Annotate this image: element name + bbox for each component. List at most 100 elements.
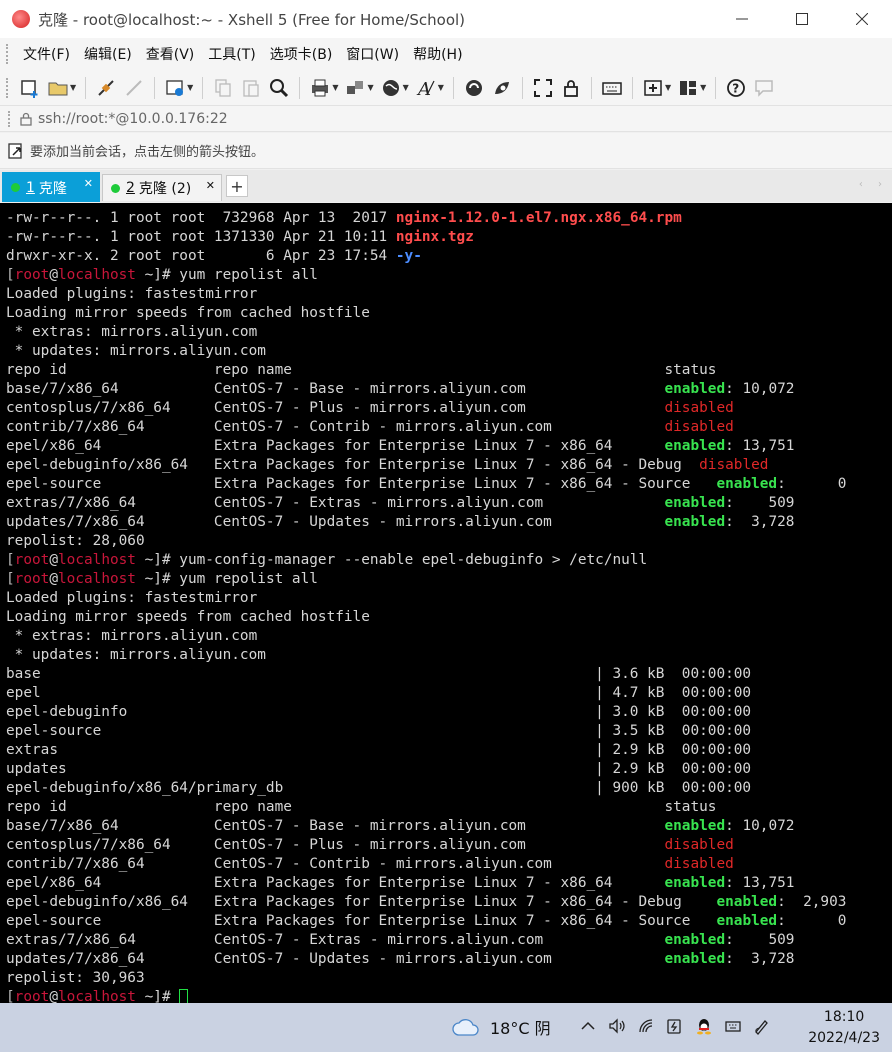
- weather-text: 18°C 阴: [490, 1019, 551, 1038]
- tab-label: 克隆: [38, 180, 67, 197]
- terminal-line: repo id repo name status: [6, 798, 892, 817]
- close-button[interactable]: [832, 0, 892, 38]
- wifi-icon[interactable]: [636, 1016, 656, 1036]
- terminal-line: Loaded plugins: fastestmirror: [6, 285, 892, 304]
- system-tray: [578, 1016, 781, 1036]
- add-tab-button[interactable]: +: [226, 175, 248, 197]
- fullscreen-button[interactable]: [529, 74, 557, 102]
- font-icon: A: [416, 79, 435, 99]
- transfer-button[interactable]: ▼: [341, 74, 376, 102]
- maximize-button[interactable]: [772, 0, 832, 38]
- menu-view[interactable]: 查看(V): [139, 44, 202, 64]
- close-tab-icon[interactable]: ✕: [84, 177, 93, 190]
- disconnect-button[interactable]: [120, 74, 148, 102]
- add-session-arrow-icon[interactable]: [8, 142, 24, 160]
- font-button[interactable]: A ▼: [412, 74, 447, 102]
- properties-icon: [166, 79, 184, 96]
- layout-button[interactable]: ▼: [674, 74, 709, 102]
- terminal-text: : 10,072: [725, 818, 795, 834]
- lock-button[interactable]: [557, 74, 585, 102]
- tab-number: 2: [126, 180, 135, 196]
- xmanager-button[interactable]: [488, 74, 516, 102]
- terminal-text: : 13,751: [725, 875, 795, 891]
- menu-window[interactable]: 窗口(W): [339, 44, 406, 64]
- pen-icon[interactable]: [752, 1016, 772, 1036]
- toolbar-separator: [299, 76, 301, 99]
- terminal-text: root: [14, 989, 50, 1003]
- terminal-line: epel-source Extra Packages for Enterpris…: [6, 475, 892, 494]
- terminal-line: epel-debuginfo/x86_64/primary_db | 900 k…: [6, 779, 892, 798]
- close-tab-icon[interactable]: ✕: [206, 179, 215, 192]
- terminal-text: : 2,903: [777, 894, 847, 910]
- weather-widget[interactable]: 18°C 阴: [452, 1015, 551, 1039]
- system-clock[interactable]: 18:10 2022/4/23: [808, 1007, 880, 1049]
- minimize-button[interactable]: [712, 0, 772, 38]
- session-hint-bar: 要添加当前会话，点击左侧的箭头按钮。: [0, 133, 892, 169]
- terminal-output[interactable]: -rw-r--r--. 1 root root 732968 Apr 13 20…: [0, 203, 892, 1003]
- tab-session-1[interactable]: 1 克隆 ✕: [2, 172, 100, 202]
- input-method-icon[interactable]: [723, 1016, 743, 1036]
- print-button[interactable]: ▼: [306, 74, 341, 102]
- terminal-line: epel/x86_64 Extra Packages for Enterpris…: [6, 437, 892, 456]
- chat-button[interactable]: [750, 74, 778, 102]
- new-session-button[interactable]: [16, 74, 44, 102]
- properties-button[interactable]: ▼: [161, 74, 196, 102]
- find-button[interactable]: [265, 74, 293, 102]
- volume-icon[interactable]: [607, 1016, 627, 1036]
- help-button[interactable]: ?: [722, 74, 750, 102]
- chat-icon: [755, 79, 773, 97]
- terminal-text: updates | 2.9 kB 00:00:00: [6, 761, 752, 777]
- terminal-text: nginx-1.12.0-1.el7.ngx.x86_64.rpm: [395, 210, 682, 226]
- terminal-text: enabled: [716, 913, 778, 929]
- tab-scroll-arrows[interactable]: ‹ ›: [859, 179, 888, 190]
- connected-status-icon: [111, 183, 120, 193]
- menu-edit[interactable]: 编辑(E): [77, 44, 139, 64]
- toolbar-separator: [631, 76, 633, 99]
- menu-tabs[interactable]: 选项卡(B): [263, 44, 340, 64]
- terminal-text: @: [49, 571, 58, 587]
- open-session-button[interactable]: ▼: [44, 74, 79, 102]
- terminal-line: updates/7/x86_64 CentOS-7 - Updates - mi…: [6, 513, 892, 532]
- battery-icon[interactable]: [665, 1016, 685, 1036]
- terminal-text: epel-debuginfo/x86_64/primary_db | 900 k…: [6, 780, 752, 796]
- paste-button[interactable]: [237, 74, 265, 102]
- menu-help[interactable]: 帮助(H): [406, 44, 469, 64]
- terminal-text: : 0: [777, 913, 847, 929]
- terminal-text: ~]#: [135, 989, 180, 1003]
- new-session-icon: [21, 79, 38, 98]
- terminal-text: epel-debuginfo | 3.0 kB 00:00:00: [6, 704, 752, 720]
- web-button[interactable]: ▼: [377, 74, 412, 102]
- menu-tools[interactable]: 工具(T): [201, 44, 262, 64]
- terminal-line: contrib/7/x86_64 CentOS-7 - Contrib - mi…: [6, 855, 892, 874]
- globe-icon: [382, 79, 399, 96]
- terminal-line: centosplus/7/x86_64 CentOS-7 - Plus - mi…: [6, 836, 892, 855]
- keyboard-button[interactable]: [598, 74, 626, 102]
- terminal-text: : 509: [725, 495, 795, 511]
- tab-bar: 1 克隆 ✕ 2 克隆 (2) ✕ + ‹ ›: [0, 170, 892, 202]
- terminal-text: : 509: [725, 932, 795, 948]
- window-controls: [712, 0, 892, 38]
- terminal-line: -rw-r--r--. 1 root root 732968 Apr 13 20…: [6, 209, 892, 228]
- terminal-text: root: [14, 552, 50, 568]
- toolbar-separator: [202, 76, 204, 99]
- terminal-line: -rw-r--r--. 1 root root 1371330 Apr 21 1…: [6, 228, 892, 247]
- terminal-text: @: [49, 989, 58, 1003]
- tab-session-2[interactable]: 2 克隆 (2) ✕: [102, 174, 222, 201]
- xftp-button[interactable]: [460, 74, 488, 102]
- address-field[interactable]: ssh://root:*@10.0.0.176:22: [38, 111, 228, 127]
- connect-button[interactable]: [92, 74, 120, 102]
- terminal-line: * extras: mirrors.aliyun.com: [6, 323, 892, 342]
- toolbar-separator: [154, 76, 156, 99]
- terminal-text: ~]# yum-config-manager --enable epel-deb…: [135, 552, 648, 568]
- terminal-line: * updates: mirrors.aliyun.com: [6, 646, 892, 665]
- new-tab-button[interactable]: ▼: [639, 74, 674, 102]
- svg-text:?: ?: [732, 81, 739, 95]
- copy-button[interactable]: [209, 74, 237, 102]
- terminal-text: [: [6, 552, 15, 568]
- menu-file[interactable]: 文件(F): [16, 44, 77, 64]
- print-icon: [312, 79, 329, 96]
- tray-chevron-up-icon[interactable]: [578, 1016, 598, 1036]
- terminal-text: root: [14, 267, 50, 283]
- qq-icon[interactable]: [694, 1016, 714, 1036]
- terminal-text: disabled: [664, 856, 734, 872]
